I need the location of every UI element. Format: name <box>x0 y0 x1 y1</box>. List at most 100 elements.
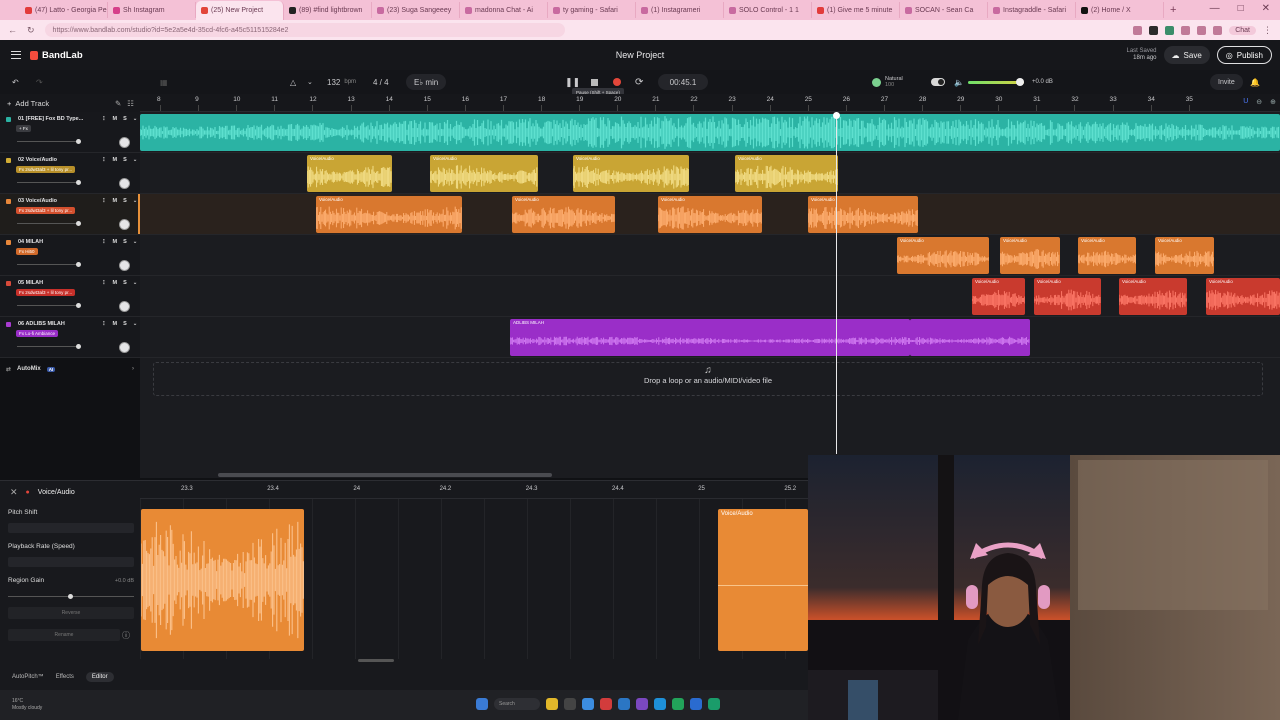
more-icon[interactable]: ⋮ <box>1263 25 1272 36</box>
track-pan-knob[interactable] <box>119 137 130 148</box>
track-effects-chip[interactable]: Fx 2sdwt3al3 + lil tony pr... <box>16 207 76 214</box>
track-more-icon[interactable]: ⋮ <box>101 116 107 122</box>
hamburger-menu-icon[interactable] <box>11 51 21 59</box>
browser-tab[interactable]: madonna Chat - Ai <box>460 2 548 18</box>
master-toggle[interactable] <box>931 74 945 90</box>
track-lane[interactable] <box>140 276 1280 317</box>
zoom-in-icon[interactable]: ⊕ <box>1270 98 1276 106</box>
reload-icon[interactable]: ↻ <box>27 25 35 36</box>
taskbar-app-icon[interactable] <box>672 698 684 710</box>
mute-button[interactable]: M <box>113 321 118 327</box>
track-effects-chip[interactable]: + Fx <box>16 125 31 132</box>
timeline-ruler[interactable]: U ⊖ ⊕ 8 9 10 11 12 13 14 15 16 17 18 19 20 21 22 23 24 25… <box>140 94 1280 112</box>
taskbar-app-icon[interactable] <box>564 698 576 710</box>
track-more-icon[interactable]: ⋮ <box>101 280 107 286</box>
editor-scrollbar[interactable] <box>358 659 394 662</box>
horizontal-scrollbar[interactable] <box>218 473 552 477</box>
track-header[interactable]: 01 [FREE] Fox BD Type... + Fx ⋮ M S ⌄ <box>0 112 140 153</box>
redo-icon[interactable]: ↷ <box>36 74 43 90</box>
tab-editor[interactable]: Editor <box>85 672 114 682</box>
taskbar-app-icon[interactable] <box>690 698 702 710</box>
chat-button[interactable]: Chat <box>1229 25 1256 35</box>
track-name[interactable]: 05 MILAH <box>18 280 43 286</box>
audio-region[interactable]: Voice/Audio <box>897 237 989 274</box>
invite-button[interactable]: Invite <box>1210 74 1243 90</box>
maximize-icon[interactable]: □ <box>1238 3 1244 14</box>
track-effects-chip[interactable]: Fx 2sdwt3al3 + lil tony pr... <box>16 166 76 173</box>
speaker-icon[interactable]: 🔈 <box>954 74 964 90</box>
tempo-field[interactable]: 132 bpm <box>327 74 356 90</box>
solo-button[interactable]: S <box>123 239 127 245</box>
audio-region[interactable]: Voice/Audio <box>1119 278 1187 315</box>
automix-row[interactable]: ⇄ AutoMix AI › <box>0 362 140 376</box>
bandlab-logo[interactable]: BandLab <box>30 50 83 61</box>
track-more-icon[interactable]: ⋮ <box>101 321 107 327</box>
mixer-icon[interactable]: ☷ <box>127 99 134 108</box>
track-name[interactable]: 03 Voice/Audio <box>18 198 57 204</box>
track-volume-slider[interactable] <box>17 262 81 267</box>
info-icon[interactable]: ⓘ <box>122 630 130 641</box>
tab-autopitch[interactable]: AutoPitch™ <box>12 674 44 680</box>
audio-region[interactable]: Voice/Audio <box>573 155 689 192</box>
arrange-view[interactable]: Voice/Audio Voice/Audio Voice/Audio Voice/A… <box>140 112 1280 478</box>
undo-icon[interactable]: ↶ <box>12 74 19 90</box>
audio-region[interactable]: Voice/Audio <box>1000 237 1060 274</box>
audio-region[interactable]: Voice/Audio <box>1155 237 1214 274</box>
notification-bell-icon[interactable]: 🔔 <box>1250 74 1260 90</box>
taskbar-app-icon[interactable] <box>636 698 648 710</box>
region-gain-slider[interactable] <box>8 594 134 599</box>
mute-button[interactable]: M <box>113 239 118 245</box>
browser-tab[interactable]: (25) New Project <box>196 1 284 20</box>
drop-zone[interactable]: ♫ Drop a loop or an audio/MIDI/video fil… <box>153 362 1263 396</box>
extension-icon[interactable] <box>1133 25 1143 35</box>
audio-region[interactable]: Voice/Audio <box>972 278 1025 315</box>
tab-effects[interactable]: Effects <box>56 674 74 680</box>
taskbar-app-icon[interactable] <box>600 698 612 710</box>
track-header[interactable]: 06 ADLIBS MILAH Fx Lo-fi Ambiance ⋮ M S ⌄ <box>0 317 140 358</box>
pitch-shift-field[interactable] <box>8 523 134 533</box>
chevron-down-icon[interactable]: ⌄ <box>133 157 138 163</box>
editor-ruler[interactable]: 23.3 23.4 24 24.2 24.3 24.4 25 25.2 <box>140 481 808 499</box>
snap-icon[interactable]: U <box>1243 98 1248 106</box>
audio-region[interactable]: Voice/Audio <box>1206 278 1280 315</box>
rename-button[interactable]: Rename <box>8 629 120 641</box>
master-volume-slider[interactable] <box>968 74 1024 90</box>
mute-button[interactable]: M <box>113 198 118 204</box>
weather-widget[interactable]: 16°C Mostly cloudy <box>12 698 42 712</box>
editor-clip[interactable] <box>141 509 304 651</box>
audio-region[interactable]: Voice/Audio <box>430 155 538 192</box>
audio-region[interactable]: Voice/Audio <box>512 196 615 233</box>
mute-button[interactable]: M <box>113 280 118 286</box>
track-volume-slider[interactable] <box>17 139 81 144</box>
editor-waveform-area[interactable]: Voice/Audio <box>140 499 808 659</box>
track-volume-slider[interactable] <box>17 303 81 308</box>
tuner-icon[interactable]: △ <box>290 74 296 90</box>
taskbar-app-icon[interactable] <box>708 698 720 710</box>
plus-icon[interactable]: + <box>7 99 11 108</box>
browser-tab[interactable]: (1) Instagrameri <box>636 2 724 18</box>
track-more-icon[interactable]: ⋮ <box>101 198 107 204</box>
audio-region[interactable] <box>140 114 1280 151</box>
browser-tab[interactable]: Instagraddle - Safari <box>988 2 1076 18</box>
add-track-button[interactable]: Add Track <box>15 99 49 108</box>
track-header[interactable]: 05 MILAH Fx 2sdwt3al3 + lil tony pr... ⋮ M S… <box>0 276 140 317</box>
solo-button[interactable]: S <box>123 116 127 122</box>
key-selector[interactable]: E♭ min <box>406 74 447 90</box>
windows-start-icon[interactable] <box>476 698 488 710</box>
metronome-grid-icon[interactable]: ▦ <box>160 74 168 90</box>
loop-icon[interactable]: ⟳ <box>635 74 643 90</box>
track-header[interactable]: 04 MILAH Fx Hi50 ⋮ M S ⌄ <box>0 235 140 276</box>
chevron-down-icon[interactable]: ⌄ <box>307 74 313 90</box>
audio-region[interactable]: Voice/Audio <box>735 155 838 192</box>
track-header[interactable]: 02 Voice/Audio Fx 2sdwt3al3 + lil tony pr… <box>0 153 140 194</box>
save-button[interactable]: ☁ Save <box>1163 46 1210 64</box>
chevron-down-icon[interactable]: ⌄ <box>133 198 138 204</box>
audio-region[interactable]: Voice/Audio <box>808 196 918 233</box>
taskbar-app-icon[interactable] <box>582 698 594 710</box>
track-name[interactable]: 01 [FREE] Fox BD Type... <box>18 116 83 122</box>
pencil-icon[interactable]: ✎ <box>115 99 121 108</box>
new-tab-icon[interactable]: + <box>1170 4 1176 16</box>
mute-button[interactable]: M <box>113 116 118 122</box>
back-icon[interactable]: ← <box>8 25 17 35</box>
track-header[interactable]: 03 Voice/Audio Fx 2sdwt3al3 + lil tony pr… <box>0 194 140 235</box>
